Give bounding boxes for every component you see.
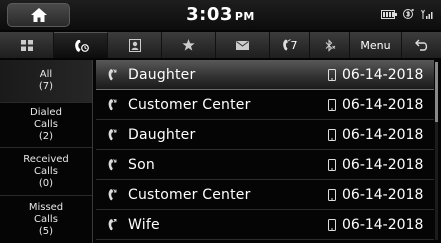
call-log-list: Daughter 06-14-2018 Customer Center 06-1… xyxy=(96,60,434,243)
category-all-count: (7) xyxy=(38,81,54,92)
contact-name: Wife xyxy=(128,216,160,233)
category-dialed-count: (2) xyxy=(38,131,54,142)
category-received-label: Received Calls xyxy=(23,153,69,177)
list-scrollbar[interactable] xyxy=(435,62,438,240)
call-date: 06-14-2018 xyxy=(342,96,424,113)
tab-bar: 7 Menu xyxy=(0,32,441,58)
category-missed-count: (5) xyxy=(38,225,54,237)
signal-icon xyxy=(421,9,433,19)
call-row[interactable]: Wife 06-14-2018 xyxy=(96,210,434,240)
scrollbar-thumb[interactable] xyxy=(435,62,438,122)
call-date: 06-14-2018 xyxy=(342,186,424,203)
category-all-label: All xyxy=(39,69,53,80)
call-date: 06-14-2018 xyxy=(342,156,424,173)
clock: 3:03 PM xyxy=(0,4,441,25)
call-row[interactable]: Son 06-14-2018 xyxy=(96,150,434,180)
call-history-icon xyxy=(74,39,89,52)
star-icon xyxy=(182,39,195,51)
tab-menu-grid[interactable] xyxy=(0,32,54,58)
menu-button[interactable]: Menu xyxy=(350,32,402,58)
category-missed-calls[interactable]: Missed Calls (5) xyxy=(0,196,92,243)
missed-call-icon xyxy=(108,159,117,171)
category-all[interactable]: All (7) xyxy=(0,60,92,103)
menu-button-label: Menu xyxy=(360,38,391,52)
phone-icon xyxy=(328,68,336,81)
contact-name: Daughter xyxy=(128,66,196,83)
contacts-icon xyxy=(128,38,141,52)
tab-dial[interactable]: 7 xyxy=(270,32,310,58)
phone-icon xyxy=(328,188,336,201)
dialed-call-icon xyxy=(108,219,117,231)
back-arrow-icon xyxy=(414,39,427,51)
call-date: 06-14-2018 xyxy=(342,216,424,233)
phone-icon xyxy=(328,98,336,111)
clock-ampm: PM xyxy=(234,10,255,23)
category-missed-label: Missed Calls xyxy=(28,201,64,225)
tab-messages[interactable] xyxy=(216,32,270,58)
call-row[interactable]: Customer Center 06-14-2018 xyxy=(96,90,434,120)
phone-icon xyxy=(282,39,291,51)
missed-call-icon xyxy=(108,69,117,81)
back-button[interactable] xyxy=(402,32,441,58)
tab-dial-label: 7 xyxy=(290,38,298,52)
contact-name: Daughter xyxy=(128,126,196,143)
envelope-icon xyxy=(236,40,249,50)
tab-favorites[interactable] xyxy=(162,32,216,58)
call-category-list: All (7) Dialed Calls (2) Received Calls … xyxy=(0,60,92,243)
clock-time: 3:03 xyxy=(186,4,233,25)
category-dialed-calls[interactable]: Dialed Calls (2) xyxy=(0,103,92,148)
status-bar: 3:03 PM xyxy=(0,0,441,30)
tab-call-history[interactable] xyxy=(54,32,108,58)
contact-name: Son xyxy=(128,156,155,173)
call-date: 06-14-2018 xyxy=(342,66,424,83)
grid-icon xyxy=(20,39,33,51)
bluetooth-icon xyxy=(325,38,336,52)
contact-name: Customer Center xyxy=(128,96,251,113)
contact-name: Customer Center xyxy=(128,186,251,203)
missed-call-icon xyxy=(108,189,117,201)
missed-call-icon xyxy=(108,129,117,141)
category-received-count: (0) xyxy=(38,177,54,189)
column-divider xyxy=(92,60,93,243)
battery-icon xyxy=(381,9,397,19)
call-row[interactable]: Daughter 06-14-2018 xyxy=(96,120,434,150)
phone-icon xyxy=(328,128,336,141)
missed-call-icon xyxy=(108,99,117,111)
call-date: 06-14-2018 xyxy=(342,126,424,143)
phone-icon xyxy=(328,158,336,171)
call-row[interactable]: Daughter 06-14-2018 xyxy=(96,60,434,90)
bluetooth-status-icon xyxy=(403,9,414,19)
call-row[interactable]: Customer Center 06-14-2018 xyxy=(96,180,434,210)
status-icons xyxy=(381,8,433,20)
phone-call-history-screen: 3:03 PM 7 Menu All (7) Dialed Calls (2) … xyxy=(0,0,441,243)
phone-icon xyxy=(328,218,336,231)
tab-contacts[interactable] xyxy=(108,32,162,58)
category-dialed-label: Dialed Calls xyxy=(30,107,62,130)
tab-bluetooth[interactable] xyxy=(310,32,350,58)
category-received-calls[interactable]: Received Calls (0) xyxy=(0,148,92,196)
